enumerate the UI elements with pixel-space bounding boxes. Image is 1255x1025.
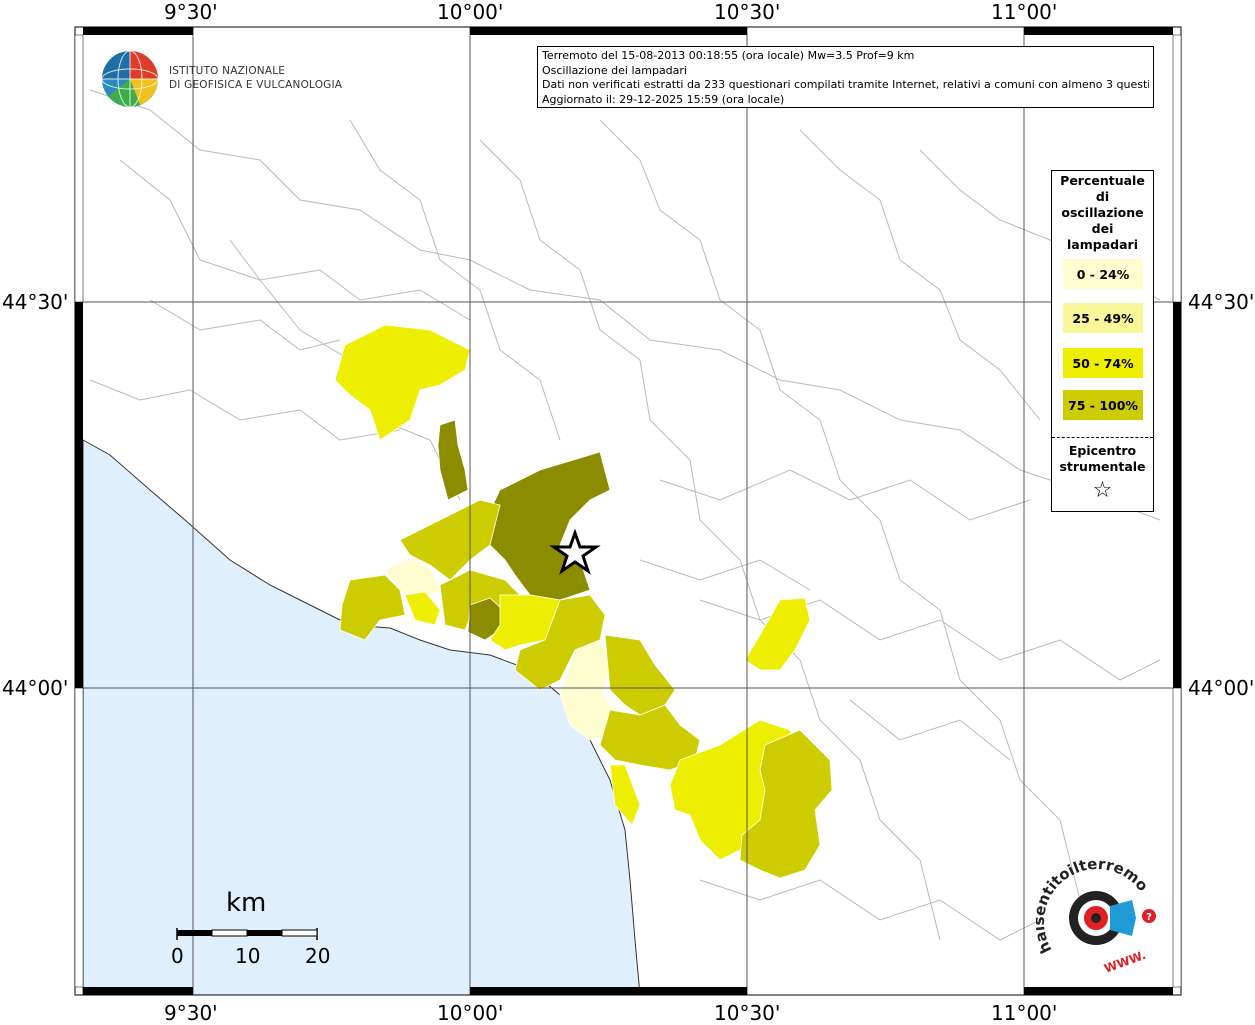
legend-title-line: dei — [1091, 221, 1114, 236]
legend: Percentuale di oscillazione dei lampadar… — [1051, 170, 1154, 512]
lat-label-right-1: 44°30' — [1188, 290, 1255, 314]
legend-divider — [1052, 437, 1153, 438]
lon-label-bottom-4: 11°00' — [991, 1001, 1058, 1025]
update-timestamp: Aggiornato il: 29-12-2025 15:59 (ora loc… — [542, 92, 785, 106]
legend-class-75-100: 75 - 100% — [1063, 390, 1143, 420]
legend-class-50-74: 50 - 74% — [1063, 348, 1143, 378]
legend-class-25-49: 25 - 49% — [1063, 303, 1143, 333]
ingv-name: ISTITUTO NAZIONALE DI GEOFISICA E VULCAN… — [169, 64, 342, 92]
star-icon: ☆ — [1092, 478, 1113, 503]
lat-label-right-2: 44°00' — [1188, 676, 1255, 700]
lon-label-top-1: 9°30' — [164, 0, 218, 24]
globe-icon — [101, 50, 159, 108]
scale-tick-10: 10 — [235, 944, 261, 968]
lon-label-top-2: 10°00' — [437, 0, 504, 24]
legend-title-line: di — [1095, 189, 1110, 204]
legend-epicenter-line: Epicentro — [1068, 443, 1137, 458]
ingv-name-line1: ISTITUTO NAZIONALE — [169, 65, 286, 77]
lon-label-bottom-2: 10°00' — [437, 1001, 504, 1025]
lat-label-left-1: 44°30' — [2, 290, 69, 314]
legend-title-line: Percentuale — [1060, 173, 1145, 188]
svg-text:?: ? — [1146, 912, 1152, 923]
hst-logo-www: WWW. — [1102, 948, 1147, 976]
event-info-box: Terremoto del 15-08-2013 00:18:55 (ora l… — [537, 46, 1154, 108]
scale-unit: km — [226, 888, 267, 918]
legend-title-line: lampadari — [1067, 237, 1138, 252]
scale-bar — [176, 928, 318, 940]
haisentitoilterremoto-logo: ? haisentitoilterremoto.it WWW. — [1036, 858, 1156, 976]
lon-label-top-3: 10°30' — [714, 0, 781, 24]
ingv-name-line2: DI GEOFISICA E VULCANOLOGIA — [169, 79, 343, 91]
scale-tick-20: 20 — [305, 944, 331, 968]
lon-label-top-4: 11°00' — [991, 0, 1058, 24]
lat-label-left-2: 44°00' — [2, 676, 69, 700]
legend-title-line: oscillazione — [1061, 205, 1144, 220]
legend-epicenter-label: Epicentro strumentale — [1052, 443, 1153, 475]
lon-label-bottom-1: 9°30' — [164, 1001, 218, 1025]
event-title: Terremoto del 15-08-2013 00:18:55 (ora l… — [542, 49, 915, 62]
map-subject: Oscillazione dei lampadari — [542, 63, 687, 77]
data-note: Dati non verificati estratti da 233 ques… — [542, 78, 1149, 91]
scale-tick-0: 0 — [171, 944, 184, 968]
lon-label-bottom-3: 10°30' — [714, 1001, 781, 1025]
legend-title: Percentuale di oscillazione dei lampadar… — [1052, 173, 1153, 253]
legend-epicenter-line: strumentale — [1059, 459, 1146, 474]
legend-class-0-24: 0 - 24% — [1063, 259, 1143, 289]
